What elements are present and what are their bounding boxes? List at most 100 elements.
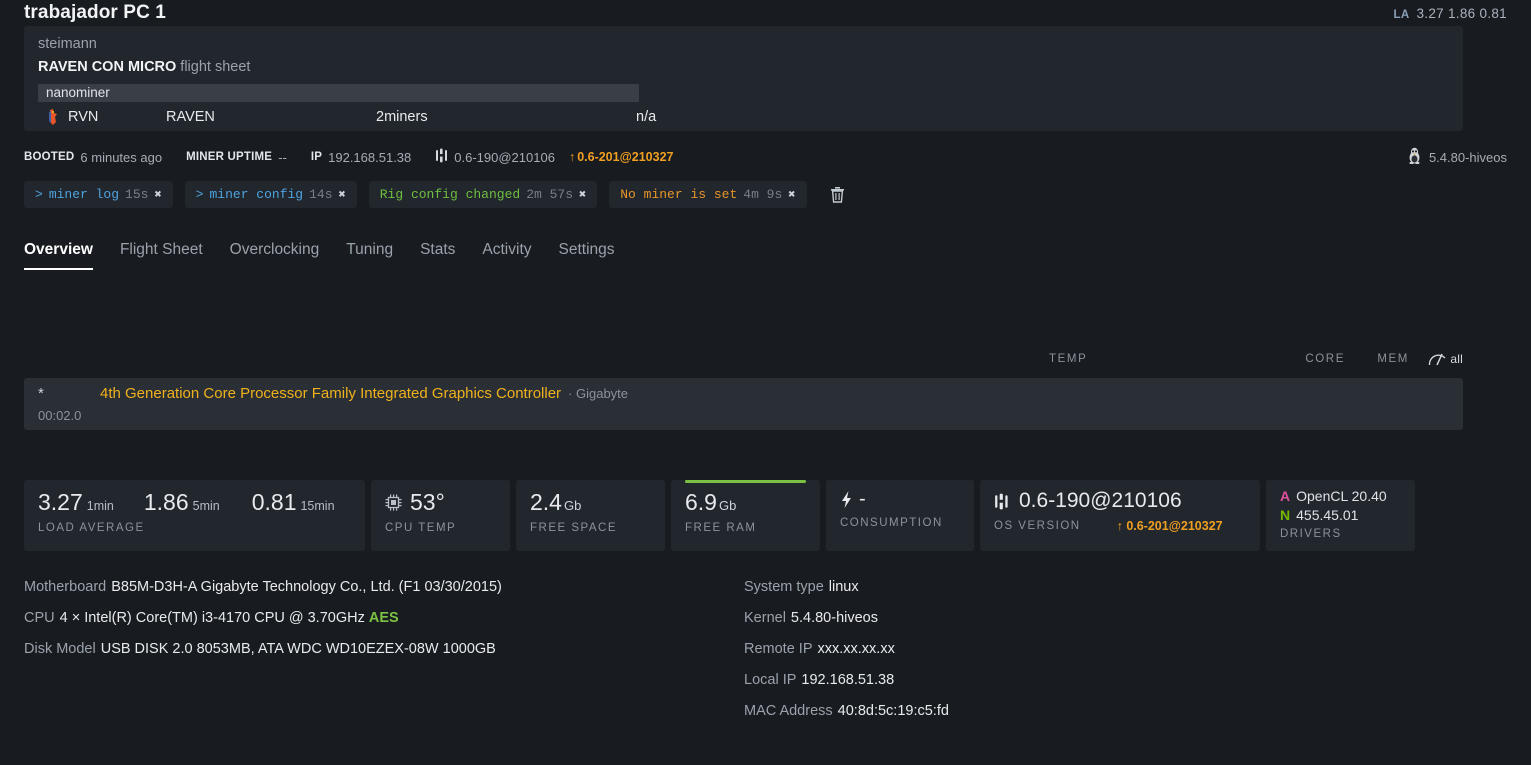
- tab-overclocking[interactable]: Overclocking: [230, 240, 320, 270]
- chip-label: miner log: [48, 187, 120, 202]
- meta-row: BOOTED 6 minutes ago MINER UPTIME -- IP …: [24, 145, 1507, 169]
- kernel-version-block: 5.4.80-hiveos: [1407, 145, 1507, 169]
- spec-disk-model: Disk Model USB DISK 2.0 8053MB, ATA WDC W…: [24, 634, 724, 665]
- flight-sheet-name-row: RAVEN CON MICRO flight sheet: [38, 56, 1449, 78]
- tab-overview[interactable]: Overview: [24, 240, 93, 270]
- gpu-table-row[interactable]: * 4th Generation Core Processor Family I…: [24, 378, 1463, 430]
- os-update-badge[interactable]: ↑ 0.6-201@210327: [569, 150, 674, 164]
- ip-label: IP: [310, 151, 323, 163]
- chip-prompt: >: [195, 187, 204, 202]
- trash-icon: [831, 187, 845, 203]
- card-free-ram: 6.9 Gb FREE RAM: [671, 480, 820, 551]
- card-drivers: A OpenCL 20.40 N 455.45.01 DRIVERS: [1266, 480, 1415, 551]
- gpu-index: *: [38, 385, 44, 402]
- top-bar: trabajador PC 1 LA 3.27 1.86 0.81: [0, 0, 1531, 26]
- chip-prompt: >: [35, 187, 43, 202]
- chip-rig-config-changed[interactable]: Rig config changed 2m 57s ✖: [368, 181, 598, 208]
- spec-cpu: CPU 4 × Intel(R) Core(TM) i3-4170 CPU @ 3…: [24, 603, 724, 634]
- chip-close-icon[interactable]: ✖: [788, 187, 795, 202]
- coin-symbol: RVN: [68, 109, 99, 125]
- free-ram-value-row: 6.9 Gb: [685, 488, 806, 516]
- tab-flight-sheet[interactable]: Flight Sheet: [120, 240, 203, 270]
- os-update-version-card: 0.6-201@210327: [1126, 519, 1223, 533]
- os-version-caption-row: OS VERSION ↑ 0.6-201@210327: [994, 519, 1246, 533]
- chip-no-miner-is-set[interactable]: No miner is set 4m 9s ✖: [609, 181, 807, 208]
- tab-tuning[interactable]: Tuning: [346, 240, 393, 270]
- card-caption-consumption: CONSUMPTION: [840, 517, 943, 529]
- load-average-values: 3.27 1min 1.86 5min 0.81 15min: [38, 488, 351, 516]
- la-1min-value: 3.27: [38, 489, 83, 515]
- chip-close-icon[interactable]: ✖: [579, 187, 586, 202]
- spec-key: Motherboard: [24, 579, 107, 595]
- kernel-version: 5.4.80-hiveos: [1428, 149, 1507, 165]
- cpu-chip-icon: [385, 494, 402, 511]
- spec-remote-ip: Remote IP xxx.xx.xx.xx: [744, 634, 1444, 665]
- flight-sheet-suffix: flight sheet: [180, 59, 251, 75]
- driver-opencl-row: A OpenCL 20.40: [1280, 487, 1401, 506]
- update-arrow-icon: ↑: [1116, 519, 1123, 533]
- miner-name: nanominer: [46, 85, 110, 101]
- os-update-badge-card[interactable]: ↑ 0.6-201@210327: [1117, 519, 1223, 533]
- chip-label: miner config: [209, 187, 304, 202]
- card-free-space: 2.4 Gb FREE SPACE: [516, 480, 665, 551]
- gpu-brand: · Gigabyte: [568, 386, 629, 401]
- clear-all-button[interactable]: [825, 181, 851, 208]
- free-ram-progress-bar: [685, 480, 806, 483]
- chip-close-icon[interactable]: ✖: [339, 187, 346, 202]
- spec-key: Remote IP: [744, 641, 813, 657]
- tab-settings[interactable]: Settings: [559, 240, 615, 270]
- hiveos-icon: [995, 493, 1008, 509]
- spec-key: System type: [744, 579, 824, 595]
- coin-name: RAVEN: [166, 109, 215, 125]
- spec-key: Local IP: [744, 672, 797, 688]
- spec-system-type: System type linux: [744, 572, 1444, 603]
- spec-aes-flag: AES: [368, 610, 399, 626]
- spec-kernel: Kernel 5.4.80-hiveos: [744, 603, 1444, 634]
- chip-time: 14s: [309, 187, 333, 202]
- card-load-average: 3.27 1min 1.86 5min 0.81 15min LOAD AVER…: [24, 480, 365, 551]
- booted-value: 6 minutes ago: [80, 149, 163, 165]
- chip-miner-config[interactable]: > miner config 14s ✖: [184, 181, 357, 208]
- tab-bar: Overview Flight Sheet Overclocking Tunin…: [24, 240, 615, 280]
- chip-label: No miner is set: [620, 187, 738, 202]
- cpu-temp-value-row: 53°: [385, 488, 496, 516]
- chip-miner-log[interactable]: > miner log 15s ✖: [24, 181, 173, 208]
- os-version-value: 0.6-190@210106: [454, 149, 555, 165]
- column-header-core: CORE: [1305, 353, 1345, 365]
- spec-key: Kernel: [744, 610, 786, 626]
- tab-stats[interactable]: Stats: [420, 240, 455, 270]
- flight-sheet-user: steimann: [38, 36, 97, 52]
- coin-wallet: n/a: [636, 109, 657, 125]
- spec-value: 40:8d:5c:19:c5:fd: [837, 703, 949, 719]
- spec-key: MAC Address: [744, 703, 833, 719]
- specs-left-column: Motherboard B85M-D3H-A Gigabyte Technolog…: [24, 572, 724, 665]
- consumption-value-row: -: [840, 488, 960, 511]
- os-version-value-row: 0.6-190@210106: [994, 488, 1246, 514]
- spec-key: CPU: [24, 610, 55, 626]
- card-caption-os-version: OS VERSION: [994, 520, 1081, 532]
- flight-sheet-panel[interactable]: steimann RAVEN CON MICRO flight sheet nan…: [24, 26, 1463, 131]
- free-space-value-row: 2.4 Gb: [530, 488, 651, 516]
- cpu-temp-value: 53°: [410, 489, 445, 515]
- tab-activity[interactable]: Activity: [482, 240, 531, 270]
- select-all-gpus-control[interactable]: all: [1409, 352, 1463, 367]
- chip-close-icon[interactable]: ✖: [154, 187, 161, 202]
- os-version-value: 0.6-190@210106: [1019, 489, 1182, 512]
- la-5min-period: 5min: [192, 499, 220, 513]
- chip-label: Rig config changed: [379, 187, 521, 202]
- card-caption-load-average: LOAD AVERAGE: [38, 522, 145, 534]
- rig-dashboard-page: trabajador PC 1 LA 3.27 1.86 0.81 steima…: [0, 0, 1531, 765]
- free-ram-unit: Gb: [718, 498, 737, 513]
- booted-label: BOOTED: [24, 151, 75, 163]
- load-average-15min: 0.81 15min: [252, 488, 335, 516]
- load-average-indicator: LA 3.27 1.86 0.81: [1394, 6, 1507, 21]
- card-caption-free-space: FREE SPACE: [530, 522, 617, 534]
- free-space-value: 2.4: [530, 489, 562, 515]
- hiveos-icon: [435, 148, 450, 166]
- stat-cards: 3.27 1min 1.86 5min 0.81 15min LOAD AVER…: [24, 480, 1415, 551]
- card-caption-free-ram: FREE RAM: [685, 522, 757, 534]
- select-all-label: all: [1450, 352, 1463, 366]
- nvidia-tag: N: [1280, 507, 1291, 523]
- free-space-unit: Gb: [563, 498, 582, 513]
- free-ram-value: 6.9: [685, 489, 717, 515]
